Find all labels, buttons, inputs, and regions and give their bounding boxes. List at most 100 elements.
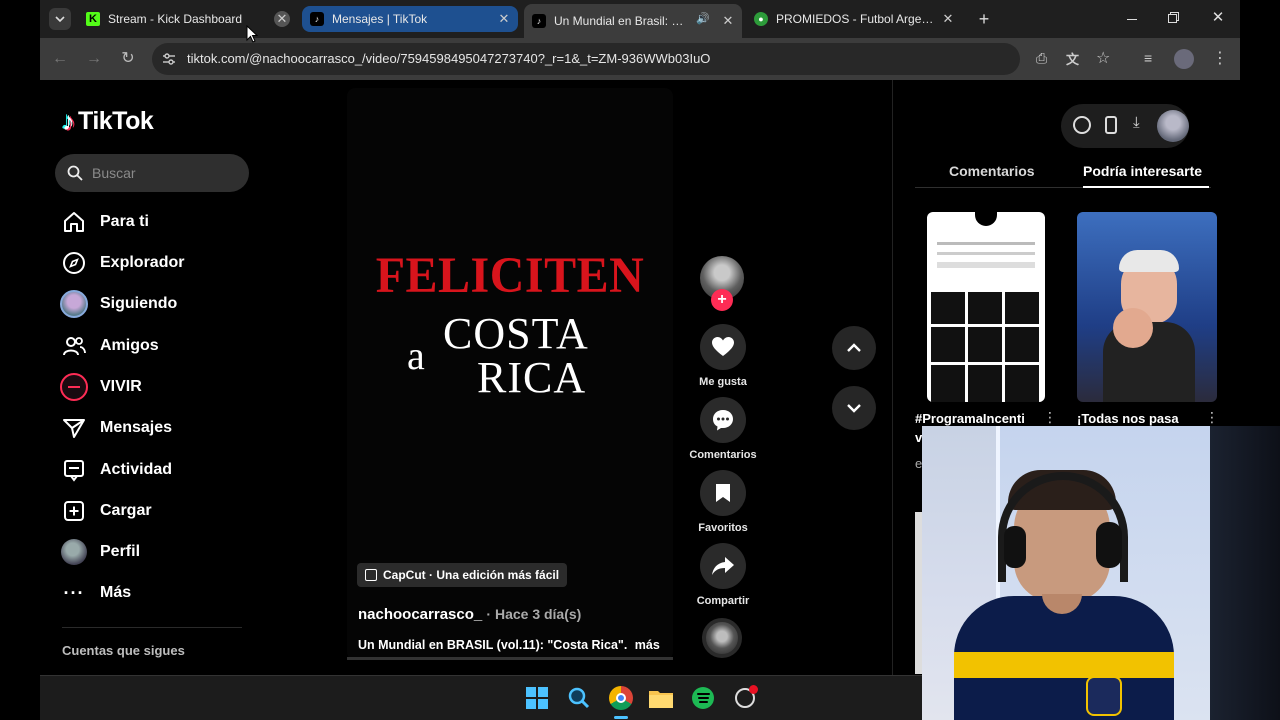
close-icon[interactable]: ✕ [720, 13, 736, 29]
heart-icon[interactable] [700, 324, 746, 370]
reload-button[interactable]: ↻ [118, 49, 138, 69]
install-app-icon[interactable]: ⎙ [1036, 50, 1047, 67]
download-icon[interactable]: ⤓ [1133, 114, 1140, 131]
search-icon [67, 165, 83, 181]
share-icon[interactable] [700, 543, 746, 589]
previous-video-button[interactable] [832, 326, 876, 370]
tiktok-logo[interactable]: ♪ TikTok [62, 105, 154, 136]
follow-plus-button[interactable]: + [711, 289, 733, 311]
url-text: tiktok.com/@nachoocarrasco_/video/759459… [187, 51, 711, 66]
chrome-icon[interactable] [608, 685, 634, 711]
share-action[interactable]: Compartir [685, 543, 761, 607]
live-icon [60, 373, 88, 401]
nav-item-siguiendo[interactable]: Siguiendo [60, 290, 177, 318]
media-controls-icon[interactable]: ≡ [1144, 50, 1152, 66]
site-settings-icon[interactable] [162, 52, 176, 66]
address-bar[interactable]: tiktok.com/@nachoocarrasco_/video/759459… [152, 43, 1110, 75]
action-label: Comentarios [689, 449, 757, 461]
more-dots-icon: ··· [63, 582, 85, 603]
close-window-button[interactable]: ✕ [1210, 8, 1226, 28]
like-action[interactable]: Me gusta [685, 324, 761, 388]
comment-icon[interactable] [700, 397, 746, 443]
creator-tools-icon[interactable] [1073, 116, 1091, 134]
search-placeholder: Buscar [92, 165, 136, 181]
video-caption-line: Un Mundial en BRASIL (vol.11): "Costa Ri… [358, 638, 660, 652]
nav-item-mensajes[interactable]: Mensajes [60, 414, 172, 442]
compass-icon [60, 249, 88, 277]
nav-item-mas[interactable]: ··· Más [60, 579, 132, 607]
video-player[interactable]: FELICITEN a COSTA RICA CapCut · Una edic… [347, 88, 673, 660]
close-icon[interactable]: ✕ [940, 11, 956, 27]
windows-start-icon[interactable] [524, 685, 550, 711]
tab-title: Stream - Kick Dashboard [108, 12, 243, 26]
app-icon[interactable] [732, 685, 758, 711]
more-options-icon[interactable]: ⋮ [1043, 409, 1057, 426]
nav-label: Mensajes [100, 419, 173, 436]
nav-label: Explorador [100, 254, 185, 271]
restore-button[interactable] [1168, 12, 1180, 24]
tab-search-button[interactable] [49, 8, 71, 30]
file-explorer-icon[interactable] [648, 685, 674, 711]
spotify-icon[interactable] [690, 685, 716, 711]
new-tab-button[interactable]: + [974, 9, 994, 29]
nav-item-para-ti[interactable]: Para ti [60, 208, 149, 236]
comments-action[interactable]: Comentarios [685, 397, 761, 461]
top-tools-pill: ⤓ [1061, 104, 1189, 148]
promiedos-logo-icon: ● [754, 12, 768, 26]
profile-avatar-icon[interactable] [1174, 49, 1194, 69]
device-icon[interactable] [1105, 116, 1117, 134]
nav-item-actividad[interactable]: Actividad [60, 456, 172, 484]
capcut-badge[interactable]: CapCut · Una edición más fácil [357, 563, 568, 587]
close-icon[interactable]: ✕ [274, 11, 290, 27]
search-icon[interactable] [566, 685, 592, 711]
search-input[interactable]: Buscar [55, 154, 249, 192]
caption-more-link[interactable]: más [635, 638, 660, 652]
video-author-line: nachoocarrasco_ · Hace 3 día(s) [358, 606, 581, 623]
nav-label: Cargar [100, 502, 152, 519]
more-options-icon[interactable]: ⋮ [1205, 409, 1219, 426]
back-button[interactable]: ← [50, 49, 70, 69]
tab-active-video[interactable]: ♪ Un Mundial en Brasil: Costa 🔊 ✕ [524, 4, 742, 38]
tab-podria-interesarte[interactable]: Podría interesarte [1083, 163, 1202, 179]
capcut-badge-text: CapCut · Una edición más fácil [383, 568, 560, 582]
tiktok-logo-icon: ♪ [62, 105, 75, 136]
next-video-button[interactable] [832, 386, 876, 430]
favorites-action[interactable]: Favoritos [685, 470, 761, 534]
bookmark-icon[interactable] [700, 470, 746, 516]
nav-label: Amigos [100, 337, 159, 354]
action-label: Favoritos [698, 522, 748, 534]
minimize-button[interactable] [1124, 9, 1140, 29]
browser-menu-icon[interactable]: ⋮ [1212, 48, 1228, 68]
chevron-down-icon [55, 16, 65, 23]
tab-comentarios[interactable]: Comentarios [949, 163, 1035, 179]
tab-tiktok-messages[interactable]: ♪ Mensajes | TikTok ✕ [302, 6, 518, 32]
paper-plane-icon [60, 414, 88, 442]
user-avatar[interactable] [1157, 110, 1189, 142]
nav-label: Más [100, 584, 132, 601]
tab-promiedos[interactable]: ● PROMIEDOS - Futbol Argentino ✕ [746, 6, 962, 32]
video-title-line-1: FELICITEN [375, 247, 645, 304]
speaker-icon[interactable]: 🔊 [696, 12, 710, 25]
home-icon [60, 208, 88, 236]
forward-button[interactable]: → [84, 49, 104, 69]
nav-item-cargar[interactable]: Cargar [60, 497, 152, 525]
tab-kick-dashboard[interactable]: K Stream - Kick Dashboard ✕ [78, 6, 296, 32]
sound-disc-avatar[interactable] [702, 618, 742, 658]
close-icon[interactable]: ✕ [496, 11, 512, 27]
suggested-video-title[interactable]: #ProgramaIncenti [915, 411, 1025, 426]
active-tab-indicator [1083, 186, 1209, 188]
author-name[interactable]: nachoocarrasco_ [358, 606, 482, 623]
suggested-video-thumbnail[interactable] [927, 212, 1045, 402]
nav-item-explorador[interactable]: Explorador [60, 249, 184, 277]
nav-item-perfil[interactable]: Perfil [60, 538, 140, 566]
suggested-video-thumbnail[interactable] [1077, 212, 1217, 402]
video-progress-bar[interactable] [347, 657, 673, 660]
nav-item-amigos[interactable]: Amigos [60, 332, 159, 360]
upload-plus-icon [60, 497, 88, 525]
translate-icon[interactable]: 文 [1066, 49, 1079, 68]
bookmark-star-icon[interactable]: ☆ [1096, 48, 1110, 68]
video-title-a: a [407, 333, 425, 378]
suggested-video-title[interactable]: ¡Todas nos pasa [1077, 411, 1179, 426]
tab-title: PROMIEDOS - Futbol Argentino [776, 12, 934, 26]
nav-item-vivir[interactable]: VIVIR [60, 373, 142, 401]
